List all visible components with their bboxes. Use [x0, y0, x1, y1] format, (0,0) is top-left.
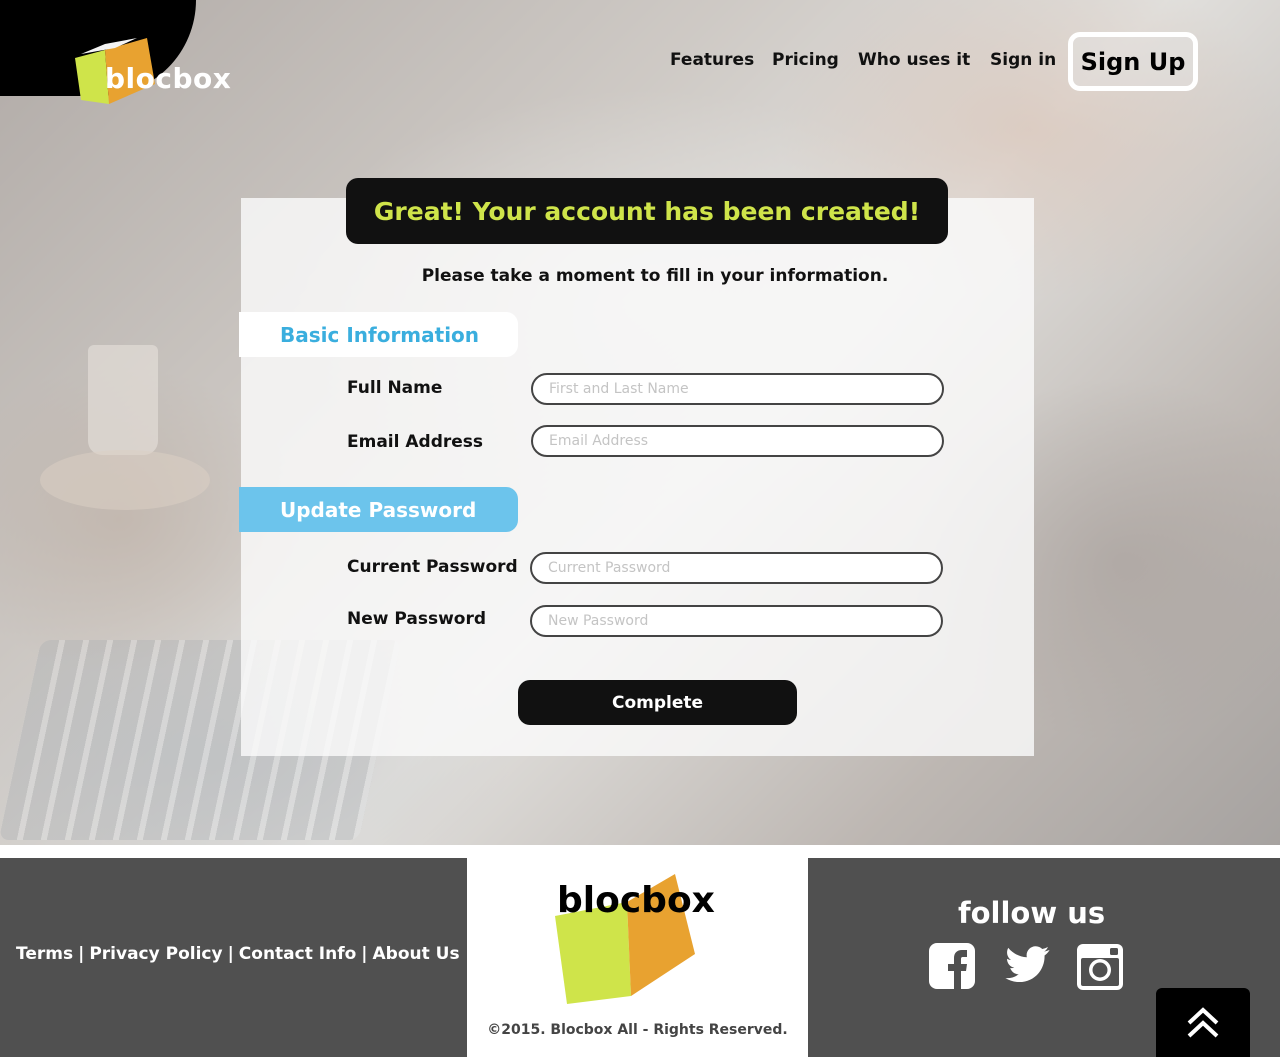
follow-us-heading: follow us — [958, 896, 1106, 930]
nav-pricing-link[interactable]: Pricing — [772, 50, 839, 74]
section-update-password: Update Password — [239, 487, 518, 532]
twitter-icon[interactable] — [1003, 942, 1051, 990]
new-password-input[interactable] — [530, 605, 943, 637]
double-chevron-up-icon — [1187, 1006, 1219, 1037]
current-password-input[interactable] — [530, 552, 943, 584]
footer-terms-link[interactable]: Terms — [16, 944, 73, 964]
sign-up-button[interactable]: Sign Up — [1068, 32, 1198, 91]
logo-wordmark: blocbox — [105, 62, 232, 95]
footer-about-us-link[interactable]: About Us — [373, 944, 460, 964]
full-name-input[interactable] — [531, 373, 944, 405]
full-name-label: Full Name — [347, 378, 443, 398]
section-basic-information: Basic Information — [239, 312, 518, 357]
instagram-icon[interactable] — [1076, 942, 1124, 990]
nav-sign-in-link[interactable]: Sign in — [990, 50, 1056, 74]
nav-features-link[interactable]: Features — [670, 50, 754, 74]
copyright-text: ©2015. Blocbox All - Rights Reserved. — [487, 1022, 788, 1038]
back-to-top-button[interactable] — [1156, 988, 1250, 1057]
footer-link-separator: | — [361, 944, 368, 964]
footer-link-separator: | — [227, 944, 234, 964]
footer-logo-wordmark: blocbox — [557, 880, 715, 921]
nav-who-uses-it-link[interactable]: Who uses it — [858, 50, 970, 74]
email-address-input[interactable] — [531, 425, 944, 457]
new-password-label: New Password — [347, 609, 487, 629]
footer-privacy-policy-link[interactable]: Privacy Policy — [89, 944, 222, 964]
footer-contact-info-link[interactable]: Contact Info — [239, 944, 356, 964]
email-address-label: Email Address — [347, 432, 484, 452]
form-subtitle: Please take a moment to fill in your inf… — [421, 266, 889, 286]
complete-button[interactable]: Complete — [518, 680, 797, 725]
footer-links: Terms | Privacy Policy | Contact Info | About … — [16, 944, 460, 964]
footer-link-separator: | — [78, 944, 85, 964]
facebook-icon[interactable] — [928, 942, 976, 990]
account-created-banner: Great! Your account has been created! — [346, 178, 948, 244]
current-password-label: Current Password — [347, 557, 518, 577]
